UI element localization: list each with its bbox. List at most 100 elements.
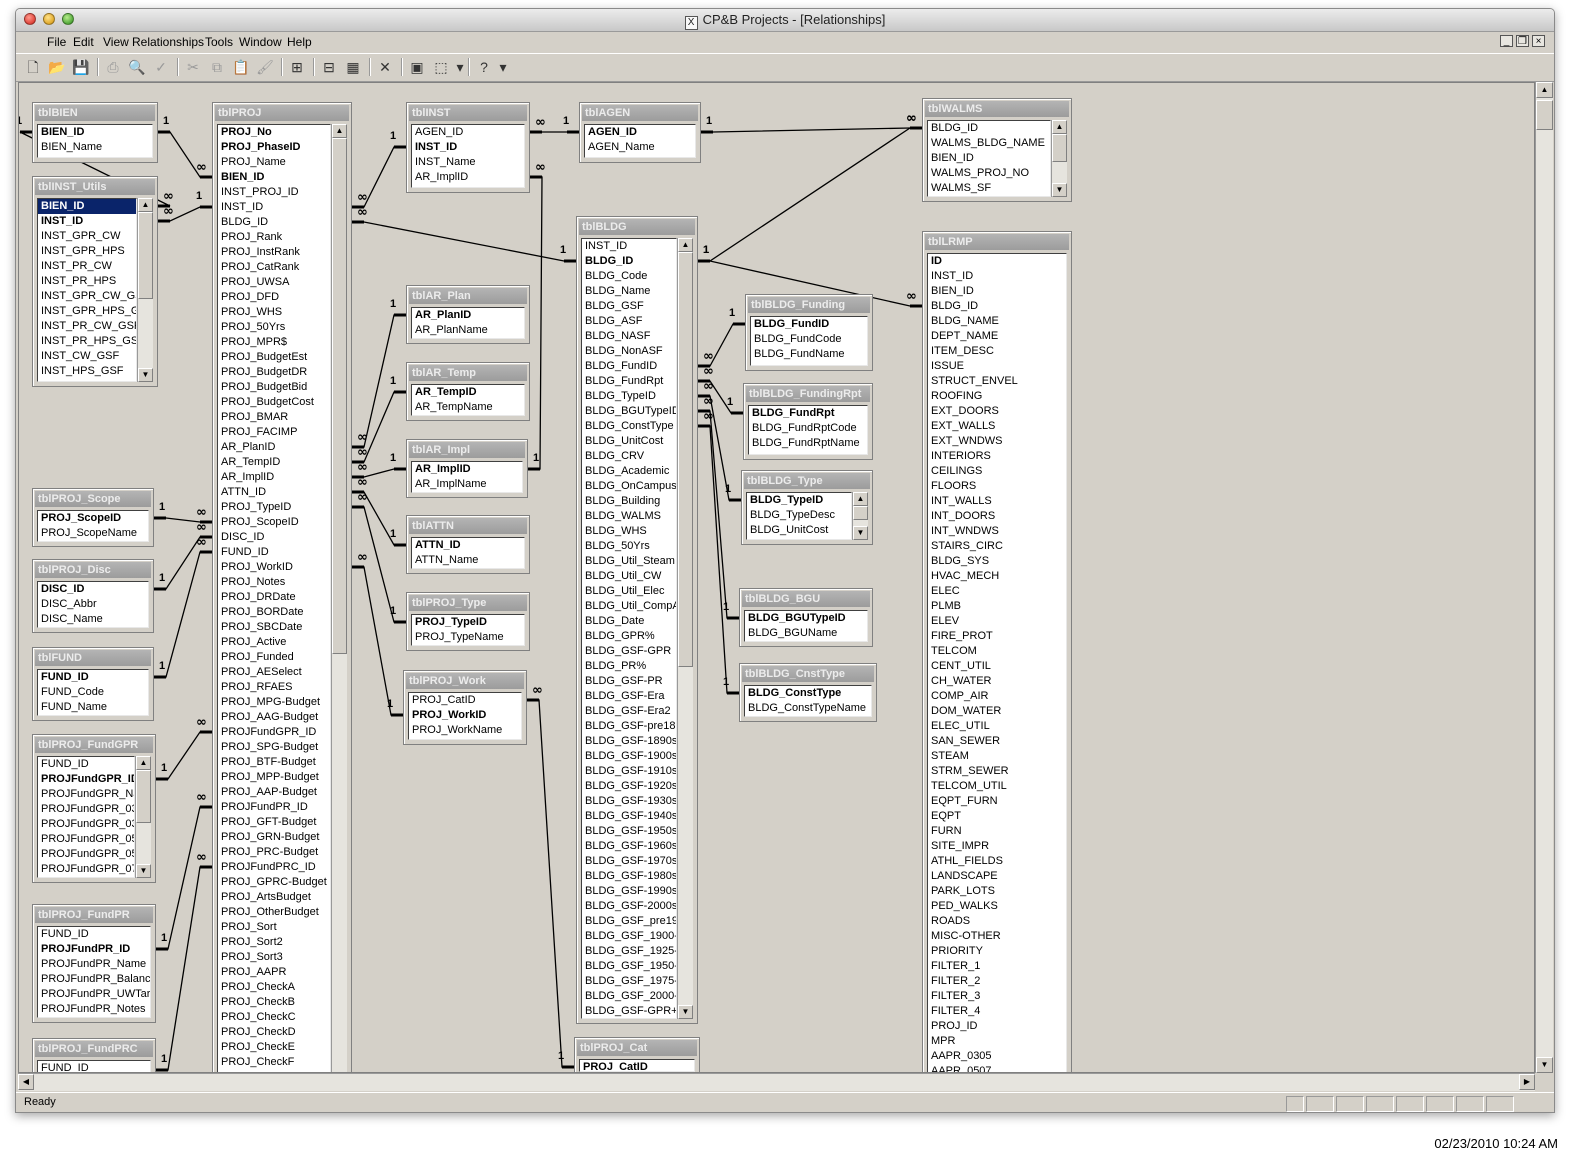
field-item[interactable]: BLDG_NASF [582, 329, 676, 344]
field-list[interactable]: AR_PlanID AR_PlanName [411, 307, 525, 339]
table-window-tblAGEN[interactable]: tblAGEN AGEN_ID AGEN_Name [579, 102, 701, 163]
field-item[interactable]: BLDG_Name [582, 284, 676, 299]
help-dropdown-icon[interactable]: ▾ [498, 57, 508, 77]
table-window-tblBLDG_FundingRpt[interactable]: tblBLDG_FundingRpt BLDG_FundRpt BLDG_FundR… [743, 383, 873, 460]
field-item[interactable]: BLDG_GSF_1900-1924 [582, 929, 676, 944]
field-item[interactable]: PROJ_BMAR [218, 410, 330, 425]
field-item[interactable]: STRM_SEWER [928, 764, 1066, 779]
field-item[interactable]: PROJ_ArtsBudget [218, 890, 330, 905]
field-item[interactable]: BLDG_ConstType [582, 419, 676, 434]
scroll-thumb[interactable] [136, 770, 151, 823]
field-item[interactable]: PROJ_ScopeID [38, 511, 148, 526]
field-item[interactable]: PROJ_Notes [218, 575, 330, 590]
field-item[interactable]: BLDG_BGUName [745, 626, 867, 641]
field-item[interactable]: PROJ_Active [218, 635, 330, 650]
field-item[interactable]: PROJ_InstRank [218, 245, 330, 260]
field-item[interactable]: STEAM [928, 749, 1066, 764]
field-item[interactable]: PED_WALKS [928, 899, 1066, 914]
field-item[interactable]: BLDG_FundRptName [749, 436, 867, 451]
field-item[interactable]: PROJFundGPR_0709 [38, 862, 134, 877]
field-item[interactable]: DISC_ID [38, 582, 148, 597]
field-item[interactable]: PROJ_Rank [218, 230, 330, 245]
field-item[interactable]: BLDG_GSF-1910s [582, 764, 676, 779]
field-item[interactable]: INST_ID [928, 269, 1066, 284]
field-item[interactable]: BLDG_GSF-1970s [582, 854, 676, 869]
table-title[interactable]: tblAR_Temp [409, 365, 527, 381]
field-item[interactable]: PROJ_WorkID [409, 708, 521, 723]
field-list-scrollbar[interactable]: ▲▼ [135, 756, 151, 878]
field-item[interactable]: BLDG_GSF-GPR [582, 644, 676, 659]
field-item[interactable]: PROJ_DRDate [218, 590, 330, 605]
scroll-up-arrow-icon[interactable]: ▲ [136, 756, 151, 770]
field-list-scrollbar[interactable]: ▲▼ [331, 124, 347, 1072]
field-item[interactable]: BLDG_PR% [582, 659, 676, 674]
field-item[interactable]: PROJ_WorkName [409, 723, 521, 738]
field-list[interactable]: ATTN_ID ATTN_Name [411, 537, 525, 569]
table-title[interactable]: tblINST_Utils [35, 179, 155, 195]
field-item[interactable]: INST_PR_CW [38, 259, 136, 274]
field-item[interactable]: PROJFundGPR_0507 [38, 847, 134, 862]
field-item[interactable]: INST_ID [582, 239, 676, 254]
table-window-tblAR_Impl[interactable]: tblAR_Impl AR_ImplID AR_ImplName [406, 439, 528, 498]
scroll-up-arrow-icon[interactable]: ▲ [332, 124, 347, 138]
field-item[interactable]: BLDG_FundName [751, 347, 867, 362]
field-item[interactable]: DEPT_NAME [928, 329, 1066, 344]
field-item[interactable]: INST_ID [38, 214, 136, 229]
table-title[interactable]: tblPROJ_Disc [35, 562, 151, 578]
canvas-vertical-scrollbar[interactable]: ▲ ▼ [1535, 82, 1553, 1073]
field-item[interactable]: PROJ_MPR$ [218, 335, 330, 350]
canvas-vscroll-thumb[interactable] [1536, 100, 1553, 130]
field-item[interactable]: BLDG_WALMS [582, 509, 676, 524]
table-window-tblAR_Temp[interactable]: tblAR_Temp AR_TempID AR_TempName [406, 362, 530, 421]
field-list[interactable]: BIEN_ID BIEN_Name [37, 124, 153, 158]
table-title[interactable]: tblBLDG_Funding [748, 297, 870, 313]
field-item[interactable]: FURN [928, 824, 1066, 839]
field-item[interactable]: BLDG_CRV [582, 449, 676, 464]
field-item[interactable]: PROJ_BudgetEst [218, 350, 330, 365]
show-table-icon[interactable]: ⊞ [287, 57, 307, 77]
field-item[interactable]: BLDG_Code [582, 269, 676, 284]
scroll-down-arrow-icon[interactable]: ▼ [853, 526, 868, 540]
field-item[interactable]: ATTN_Name [412, 553, 524, 568]
new-object-icon[interactable]: ⬚ [431, 57, 451, 77]
field-item[interactable]: PROJ_ScopeName [38, 526, 148, 541]
field-item[interactable]: BLDG_GSF_1975-1999 [582, 974, 676, 989]
field-list-scrollbar[interactable]: ▲▼ [852, 492, 868, 540]
field-item[interactable]: PROJ_Funded [218, 650, 330, 665]
field-item[interactable]: BLDG_GSF_1925-1949 [582, 944, 676, 959]
field-item[interactable]: PROJ_Name [218, 155, 330, 170]
table-window-tblBLDG_Type[interactable]: tblBLDG_Type BLDG_TypeID BLDG_TypeDesc BLDG… [741, 470, 873, 545]
field-list[interactable]: BIEN_ID INST_ID INST_GPR_CW INST_GPR_HPS INS… [37, 198, 137, 382]
field-item[interactable]: ELEC [928, 584, 1066, 599]
field-item[interactable]: BIEN_ID [38, 125, 152, 140]
field-item[interactable]: BLDG_GSF-1990s [582, 884, 676, 899]
field-list[interactable]: FUND_ID FUND_Code FUND_Name [37, 669, 149, 716]
table-title[interactable]: tblPROJ_Work [406, 673, 524, 689]
field-item[interactable]: PROJFundPR_Notes [38, 1002, 150, 1017]
field-item[interactable]: BLDG_GSF-Era2 [582, 704, 676, 719]
field-item[interactable]: PROJ_WorkID [218, 560, 330, 575]
field-item[interactable]: EXT_DOORS [928, 404, 1066, 419]
field-item[interactable]: BLDG_GSF-1900s [582, 749, 676, 764]
table-window-tblBLDG_CnstType[interactable]: tblBLDG_CnstType BLDG_ConstType BLDG_Const… [739, 663, 877, 722]
scroll-down-arrow-icon[interactable]: ▼ [138, 368, 153, 382]
field-item[interactable]: INST_GPR_CW_GSF [38, 289, 136, 304]
field-item[interactable]: BLDG_GSF-PR [582, 674, 676, 689]
field-item[interactable]: PROJ_CheckA [218, 980, 330, 995]
table-window-tblBIEN[interactable]: tblBIEN BIEN_ID BIEN_Name [32, 102, 158, 163]
mdi-minimize-button[interactable]: _ [1500, 35, 1513, 47]
field-item[interactable]: SAN_SEWER [928, 734, 1066, 749]
field-item[interactable]: ELEC_UTIL [928, 719, 1066, 734]
field-item[interactable]: PROJFundPR_ID [38, 942, 150, 957]
field-item[interactable]: BIEN_ID [928, 284, 1066, 299]
field-item[interactable]: ROADS [928, 914, 1066, 929]
field-item[interactable]: BLDG_GSF_2000-2024 [582, 989, 676, 1004]
field-item[interactable]: INST_PR_HPS [38, 274, 136, 289]
field-item[interactable]: BLDG_Util_CompAir [582, 599, 676, 614]
field-item[interactable]: AGEN_ID [412, 125, 524, 140]
field-list[interactable]: ID INST_ID BIEN_ID BLDG_ID BLDG_NAME DEPT_NAM… [927, 253, 1067, 1072]
relationship-line[interactable] [698, 127, 922, 262]
table-window-tblBLDG[interactable]: tblBLDG INST_ID BLDG_ID BLDG_Code BLDG_Name B… [576, 216, 698, 1024]
field-item[interactable]: TELCOM_UTIL [928, 779, 1066, 794]
relationship-line[interactable] [156, 806, 212, 950]
